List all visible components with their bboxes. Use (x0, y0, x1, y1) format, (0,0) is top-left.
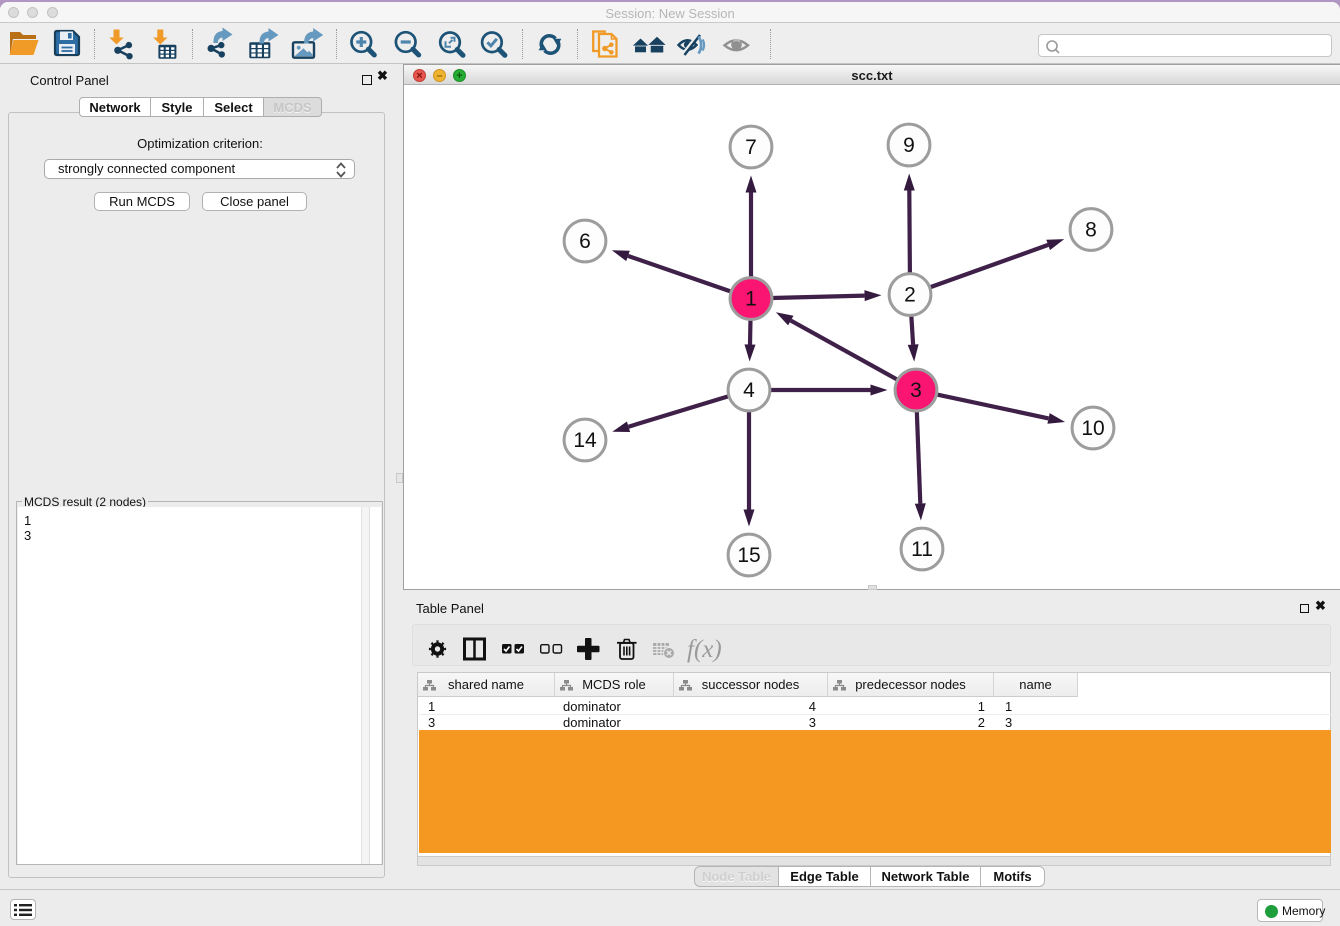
svg-text:2: 2 (904, 283, 916, 306)
svg-text:4: 4 (743, 379, 755, 402)
svg-text:14: 14 (573, 429, 597, 452)
svg-text:10: 10 (1081, 417, 1104, 440)
svg-text:9: 9 (903, 134, 915, 157)
svg-text:3: 3 (910, 379, 922, 402)
svg-text:7: 7 (745, 136, 757, 159)
svg-text:15: 15 (737, 544, 760, 567)
svg-text:11: 11 (911, 538, 933, 561)
svg-text:1: 1 (745, 287, 757, 310)
svg-text:8: 8 (1085, 218, 1097, 241)
svg-text:f(x): f(x) (687, 636, 722, 663)
svg-text:6: 6 (579, 230, 591, 253)
